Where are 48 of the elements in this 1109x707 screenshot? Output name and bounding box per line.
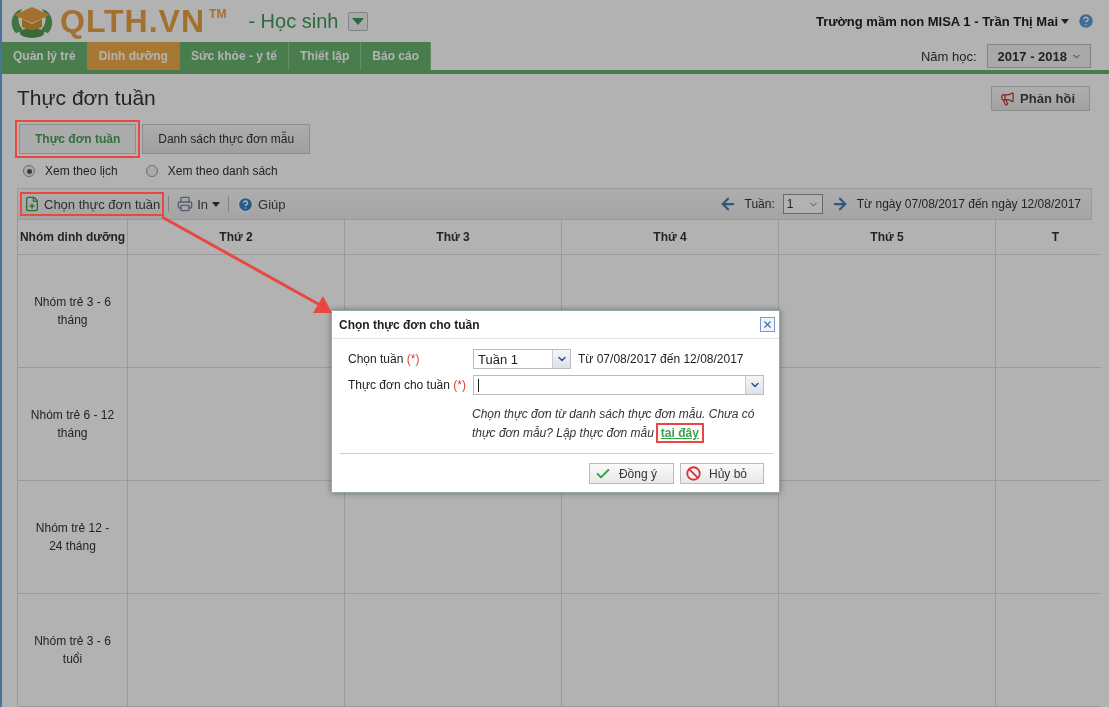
menu-combo[interactable]	[472, 375, 764, 395]
logo-text: QLTH.VN	[60, 2, 206, 40]
date-range: Từ 07/08/2017 đến 12/08/2017	[578, 352, 744, 366]
toolbar-button[interactable]: In	[177, 196, 221, 212]
close-icon	[762, 319, 773, 330]
feedback-button[interactable]: Phản hồi	[991, 85, 1090, 111]
role-label: - Học sinh	[248, 9, 339, 33]
help-icon	[237, 195, 255, 213]
sub-tab[interactable]: Danh sách thực đơn mẫu	[142, 124, 311, 154]
user-menu[interactable]: Trường mầm non MISA 1 - Trần Thị Mai	[815, 13, 1069, 29]
group-cell: Nhóm trẻ 3 - 6 tháng	[18, 255, 128, 368]
year-select[interactable]: 2017 - 2018	[986, 44, 1091, 68]
field-label: Chọn tuần (*)	[348, 352, 421, 366]
close-button[interactable]	[760, 317, 775, 332]
ok-button[interactable]: Đồng ý	[588, 463, 674, 484]
toolbar-button[interactable]: Chọn thực đơn tuần	[24, 196, 161, 212]
year-label: Năm học:	[920, 48, 977, 64]
here-link[interactable]: tai đây	[657, 425, 702, 441]
role-dropdown[interactable]	[348, 11, 369, 31]
help-icon[interactable]	[1077, 12, 1095, 30]
column-header: Thứ 2	[128, 220, 345, 255]
cancel-button[interactable]: Hủy bỏ	[679, 463, 764, 484]
radio-button[interactable]	[145, 165, 158, 177]
group-cell: Nhóm trẻ 6 - 12 tháng	[18, 368, 128, 481]
radio-label: Xem theo danh sách	[167, 164, 278, 178]
toolbar-button[interactable]: Giúp	[237, 195, 286, 213]
date-range: Từ ngày 07/08/2017 đến ngày 12/08/2017	[856, 197, 1081, 211]
hint-text: Chọn thực đơn từ danh sách thực đơn mẫu. Chưa có thực đơn mẫu? Lập thực đơn mẫu tai đây	[472, 405, 764, 443]
dialog-title: Chọn thực đơn cho tuần	[339, 317, 480, 332]
column-header: T	[996, 220, 1101, 255]
printer-icon	[177, 196, 194, 212]
page-title: Thực đơn tuần	[17, 86, 156, 110]
week-label: Tuần:	[744, 197, 775, 211]
megaphone-icon	[1000, 90, 1016, 106]
prohibited-icon	[685, 466, 701, 481]
radio-button[interactable]	[23, 165, 35, 177]
week-combo[interactable]: Tuần 1	[473, 349, 571, 369]
column-header: Thứ 3	[345, 220, 562, 255]
trademark-mark: TM	[209, 6, 227, 21]
file-plus-icon	[24, 196, 40, 212]
group-cell: Nhóm trẻ 3 - 6 tuổi	[18, 594, 128, 707]
group-cell: Nhóm trẻ 12 - 24 tháng	[18, 481, 128, 594]
radio-label: Xem theo lịch	[45, 164, 118, 178]
column-header: Thứ 5	[779, 220, 996, 255]
week-select[interactable]: 1	[782, 194, 823, 214]
column-header: Nhóm dinh dưỡng	[18, 220, 128, 255]
column-header: Thứ 4	[562, 220, 779, 255]
field-label: Thực đơn cho tuần (*)	[348, 378, 467, 392]
